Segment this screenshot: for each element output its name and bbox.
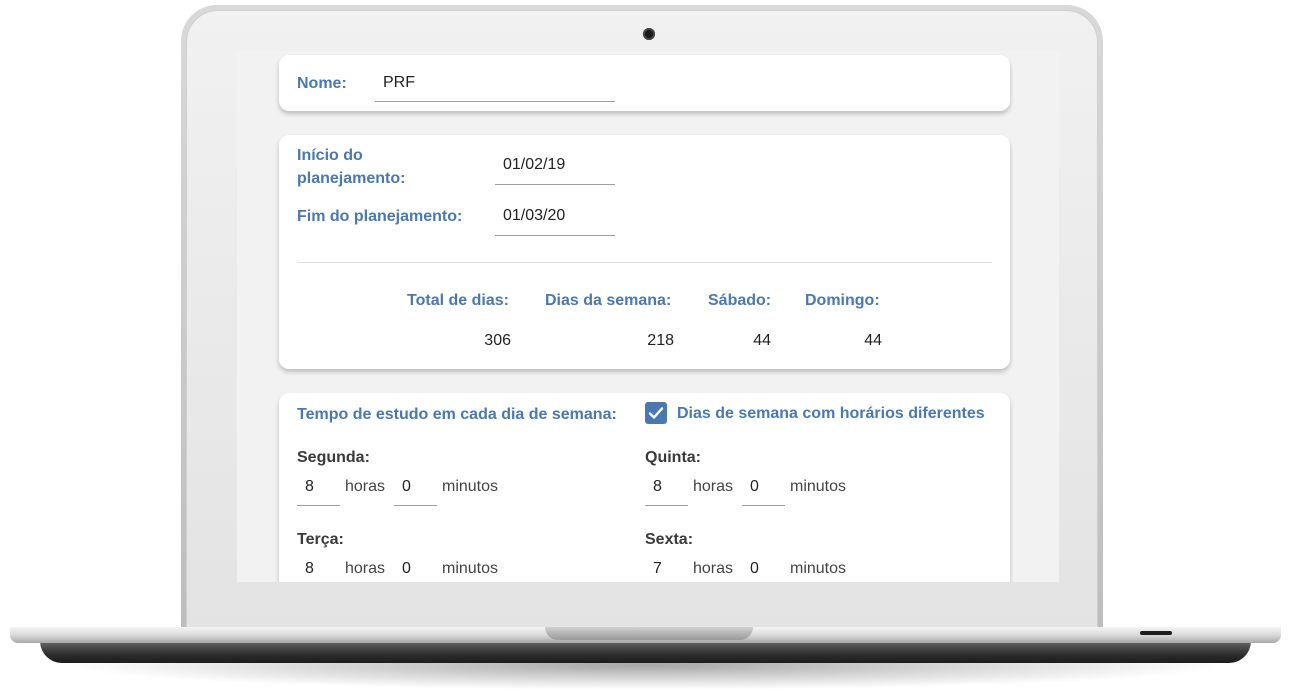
monday-minutes-input[interactable]: 0: [394, 473, 437, 506]
different-hours-label[interactable]: Dias de semana com horários diferentes: [677, 402, 985, 425]
monday-hours-unit: horas: [345, 478, 386, 495]
monday-label: Segunda:: [297, 449, 370, 466]
thursday-minutes-unit: minutos: [790, 478, 847, 495]
saturday-label: Sábado:: [708, 292, 772, 309]
laptop-notch: [545, 627, 753, 640]
screen: Nome: PRF Início do planejamento: 01/02/…: [237, 51, 1059, 582]
friday-hours-unit: horas: [693, 560, 734, 577]
sunday-label: Domingo:: [805, 292, 880, 309]
tuesday-minutes-input[interactable]: 0: [394, 555, 437, 582]
friday-label: Sexta:: [645, 531, 694, 548]
thursday-label: Quinta:: [645, 449, 701, 466]
weekdays-value: 218: [647, 332, 674, 349]
tuesday-minutes-unit: minutos: [442, 560, 499, 577]
saturday-value: 44: [753, 332, 771, 349]
monday-minutes-unit: minutos: [442, 478, 499, 495]
divider: [297, 262, 992, 263]
thursday-hours-unit: horas: [693, 478, 734, 495]
start-date-label: Início do planejamento:: [297, 147, 406, 187]
total-days-value: 306: [484, 332, 511, 349]
monday-hours-input[interactable]: 8: [297, 473, 340, 506]
friday-hours-input[interactable]: 7: [645, 555, 688, 582]
end-date-input[interactable]: 01/03/20: [495, 201, 615, 236]
weekdays-label: Dias da semana:: [545, 292, 672, 309]
tuesday-hours-unit: horas: [345, 560, 386, 577]
end-date-label: Fim do planejamento:: [297, 208, 463, 225]
thursday-hours-input[interactable]: 8: [645, 473, 688, 506]
thursday-minutes-input[interactable]: 0: [742, 473, 785, 506]
check-icon: [648, 407, 664, 419]
total-days-label: Total de dias:: [407, 292, 509, 309]
friday-minutes-unit: minutos: [790, 560, 847, 577]
different-hours-checkbox[interactable]: [645, 402, 667, 424]
name-label: Nome:: [297, 75, 347, 92]
name-card: Nome: PRF: [279, 55, 1010, 111]
webcam-icon: [643, 28, 655, 40]
tuesday-hours-input[interactable]: 8: [297, 555, 340, 582]
laptop-led: [1140, 631, 1172, 635]
tuesday-label: Terça:: [297, 531, 344, 548]
study-time-card: Tempo de estudo em cada dia de semana: D…: [279, 393, 1010, 582]
sunday-value: 44: [864, 332, 882, 349]
start-date-input[interactable]: 01/02/19: [495, 150, 615, 185]
friday-minutes-input[interactable]: 0: [742, 555, 785, 582]
study-time-title: Tempo de estudo em cada dia de semana:: [297, 406, 617, 423]
laptop-base-bottom: [40, 641, 1251, 663]
name-input[interactable]: PRF: [375, 69, 615, 102]
planning-card: Início do planejamento: 01/02/19 Fim do …: [279, 135, 1010, 369]
